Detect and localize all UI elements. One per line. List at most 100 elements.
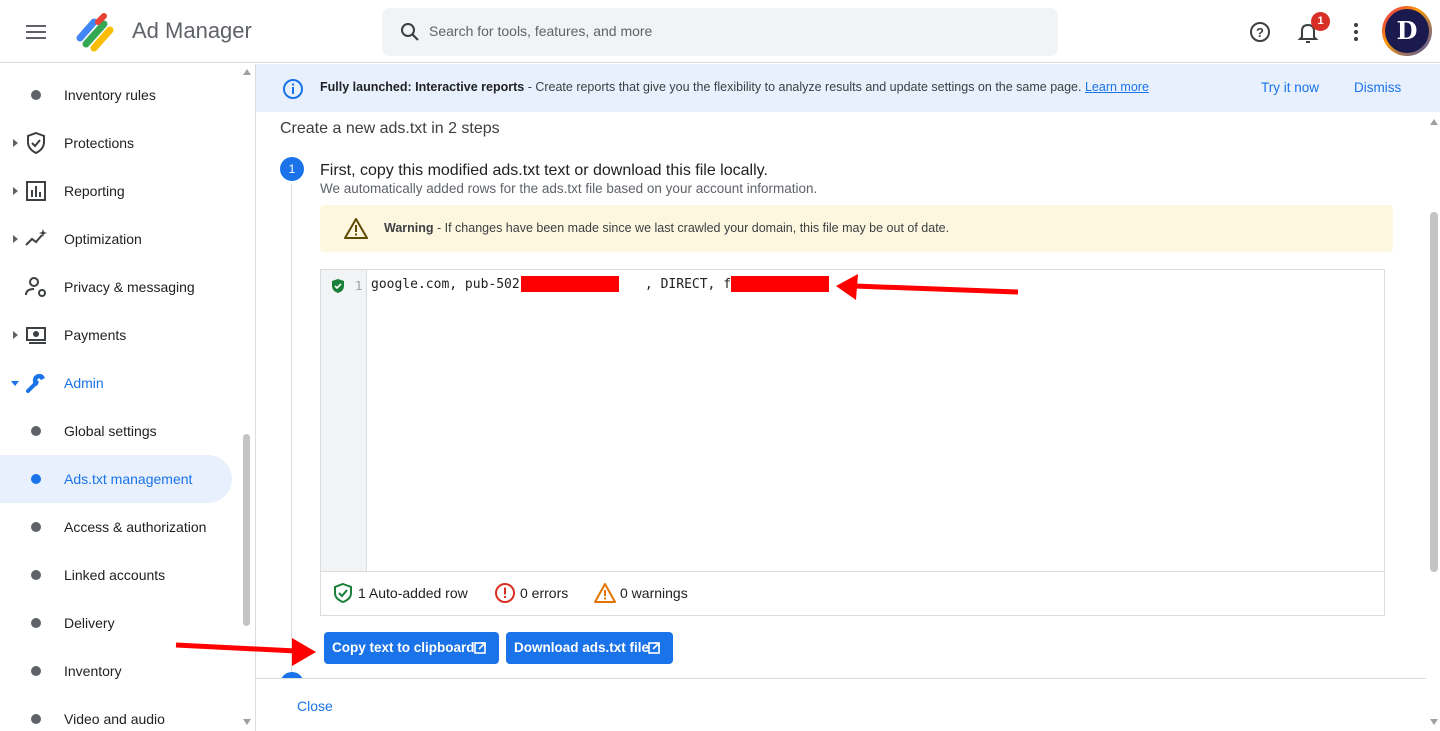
warning-bold: Warning — [384, 221, 434, 235]
bullet-icon — [31, 474, 41, 484]
sidebar-item-label: Protections — [64, 135, 135, 151]
avatar-letter: D — [1385, 9, 1429, 53]
copy-to-clipboard-button[interactable]: Copy text to clipboard — [324, 632, 499, 664]
money-icon — [26, 327, 46, 344]
sidebar-item-label: Payments — [64, 327, 127, 343]
sidebar-item-label: Privacy & messaging — [64, 279, 195, 295]
caret-right-icon — [13, 187, 18, 195]
ad-manager-logo-icon — [76, 13, 114, 52]
warning-box: Warning - If changes have been made sinc… — [320, 205, 1393, 252]
sidebar-item-reporting[interactable]: Reporting — [0, 167, 232, 215]
step-number-badge: 1 — [280, 157, 304, 181]
search-icon — [401, 23, 419, 41]
bullet-icon — [31, 570, 41, 580]
ad-manager-logo[interactable] — [74, 12, 118, 52]
main-menu-button[interactable] — [20, 19, 52, 45]
step-title: First, copy this modified ads.txt text o… — [320, 162, 768, 179]
sidebar-item-payments[interactable]: Payments — [0, 311, 232, 359]
sidebar-item-label: Inventory — [64, 663, 122, 679]
redaction-mark — [521, 276, 619, 292]
app-title: Ad Manager — [132, 18, 252, 43]
sidebar-item-admin[interactable]: Admin — [0, 359, 232, 407]
open-external-icon — [648, 642, 660, 654]
shield-check-icon — [334, 582, 352, 604]
sidebar-item-label: Delivery — [64, 615, 115, 631]
errors-label: 0 errors — [520, 585, 569, 601]
bar-chart-icon — [26, 181, 46, 201]
dialog-footer: Close — [256, 678, 1426, 731]
caret-right-icon — [13, 139, 18, 147]
sidebar-item-inventory-rules[interactable]: Inventory rules — [0, 71, 232, 119]
caret-down-icon — [11, 381, 19, 386]
sidebar-item-label: Ads.txt management — [64, 471, 193, 487]
warning-icon — [344, 218, 368, 239]
open-external-icon — [474, 642, 486, 654]
help-button[interactable]: ? — [1246, 18, 1274, 46]
top-bar: Ad Manager Search for tools, features, a… — [0, 0, 1440, 63]
sidebar-item-global-settings[interactable]: Global settings — [0, 407, 232, 455]
scroll-up-icon[interactable] — [1429, 118, 1439, 126]
try-it-now-button[interactable]: Try it now — [1261, 80, 1319, 95]
sidebar-item-ads-txt-management[interactable]: Ads.txt management — [0, 455, 232, 503]
sidebar-item-optimization[interactable]: Optimization — [0, 215, 232, 263]
hamburger-menu-icon — [26, 25, 46, 39]
auto-added-label: 1 Auto-added row — [358, 585, 468, 601]
main-scrollbar-thumb[interactable] — [1430, 212, 1438, 572]
wrench-icon — [26, 373, 45, 393]
bullet-icon — [31, 426, 41, 436]
sidebar-item-protections[interactable]: Protections — [0, 119, 232, 167]
warning-icon — [594, 583, 616, 603]
page-title: Create a new ads.txt in 2 steps — [280, 120, 500, 137]
sidebar-item-label: Video and audio — [64, 711, 165, 727]
shield-check-icon — [332, 279, 344, 293]
button-label: Download ads.txt file — [514, 640, 650, 655]
search-input[interactable]: Search for tools, features, and more — [429, 23, 652, 39]
search-bar[interactable]: Search for tools, features, and more — [382, 8, 1058, 56]
sidebar-item-label: Inventory rules — [64, 87, 156, 103]
sidebar-item-label: Global settings — [64, 423, 157, 439]
error-icon — [495, 583, 515, 603]
sidebar-item-access-authorization[interactable]: Access & authorization — [0, 503, 232, 551]
editor-status-bar: 1 Auto-added row 0 errors 0 warnings — [321, 571, 1384, 615]
account-avatar[interactable]: D — [1382, 6, 1432, 56]
learn-more-link[interactable]: Learn more — [1085, 80, 1149, 94]
more-vert-icon — [1354, 23, 1358, 41]
scroll-down-icon[interactable] — [1429, 718, 1439, 726]
redaction-mark — [731, 276, 829, 292]
banner-bold: Fully launched: Interactive reports — [320, 80, 525, 94]
caret-right-icon — [13, 235, 18, 243]
annotation-arrow-icon — [836, 274, 1019, 300]
sidebar-nav: Inventory rules Protections Reporting Op… — [0, 64, 256, 731]
ads-txt-editor[interactable]: 1 google.com, pub-502 , DIRECT, f08c4 1 … — [320, 269, 1385, 616]
scroll-up-icon[interactable] — [242, 68, 252, 76]
step-subtitle: We automatically added rows for the ads.… — [320, 181, 818, 196]
banner-message: Fully launched: Interactive reports - Cr… — [320, 80, 1149, 94]
sidebar-item-label: Reporting — [64, 183, 125, 199]
dismiss-button[interactable]: Dismiss — [1354, 80, 1401, 95]
close-button[interactable]: Close — [297, 698, 333, 714]
bullet-icon — [31, 90, 41, 100]
warnings-label: 0 warnings — [620, 585, 688, 601]
button-label: Copy text to clipboard — [332, 640, 475, 655]
info-banner: Fully launched: Interactive reports - Cr… — [256, 64, 1440, 112]
sidebar-item-linked-accounts[interactable]: Linked accounts — [0, 551, 232, 599]
bullet-icon — [31, 714, 41, 724]
sidebar-item-video-audio[interactable]: Video and audio — [0, 695, 232, 731]
line-number: 1 — [355, 279, 363, 293]
annotation-arrow-icon — [175, 638, 316, 666]
person-settings-icon — [25, 277, 46, 297]
sidebar-item-label: Linked accounts — [64, 567, 166, 583]
download-ads-txt-button[interactable]: Download ads.txt file — [506, 632, 673, 664]
warning-message: Warning - If changes have been made sinc… — [384, 221, 949, 235]
shield-icon — [27, 131, 45, 155]
sidebar-item-privacy-messaging[interactable]: Privacy & messaging — [0, 263, 232, 311]
step-connector-line — [291, 184, 292, 678]
notification-badge: 1 — [1311, 12, 1330, 31]
info-icon — [283, 79, 303, 99]
sparkle-trend-icon — [25, 229, 47, 246]
scroll-down-icon[interactable] — [242, 718, 252, 726]
editor-gutter: 1 — [321, 270, 367, 571]
sidebar-scrollbar-thumb[interactable] — [243, 434, 250, 626]
more-options-button[interactable] — [1346, 19, 1366, 45]
banner-text: - Create reports that give you the flexi… — [524, 80, 1085, 94]
